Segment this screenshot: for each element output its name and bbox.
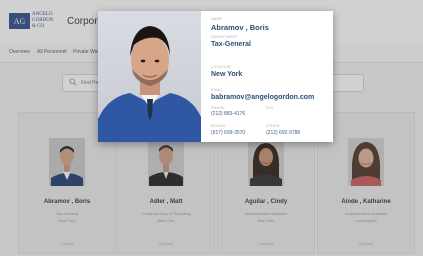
other-phone-label: OTHER bbox=[266, 124, 280, 128]
profile-location: New York bbox=[211, 71, 243, 78]
profile-email[interactable]: babramov@angelogordon.com bbox=[211, 94, 314, 101]
location-label: LOCATION bbox=[211, 65, 231, 69]
profile-photo bbox=[98, 11, 201, 142]
phone-label: PHONE bbox=[211, 106, 225, 110]
department-label: DEPARTMENT bbox=[211, 35, 238, 39]
fax-label: FAX bbox=[266, 106, 274, 110]
profile-department: Tax-General bbox=[211, 41, 251, 48]
name-label: NAME bbox=[211, 17, 223, 21]
profile-mobile[interactable]: (917) 699-3570 bbox=[211, 130, 245, 136]
profile-name: Abramov , Boris bbox=[211, 23, 269, 32]
profile-popup: NAME Abramov , Boris DEPARTMENT Tax-Gene… bbox=[98, 11, 333, 142]
directory-app: AG ANGELO GORDON & CO. Corporate Overvie… bbox=[0, 0, 423, 256]
profile-other-phone[interactable]: (212) 692-9788 bbox=[266, 130, 300, 136]
profile-phone[interactable]: (212) 883-4176 bbox=[211, 111, 245, 117]
mobile-label: MOBILE bbox=[211, 124, 226, 128]
email-label: EMAIL bbox=[211, 88, 223, 92]
